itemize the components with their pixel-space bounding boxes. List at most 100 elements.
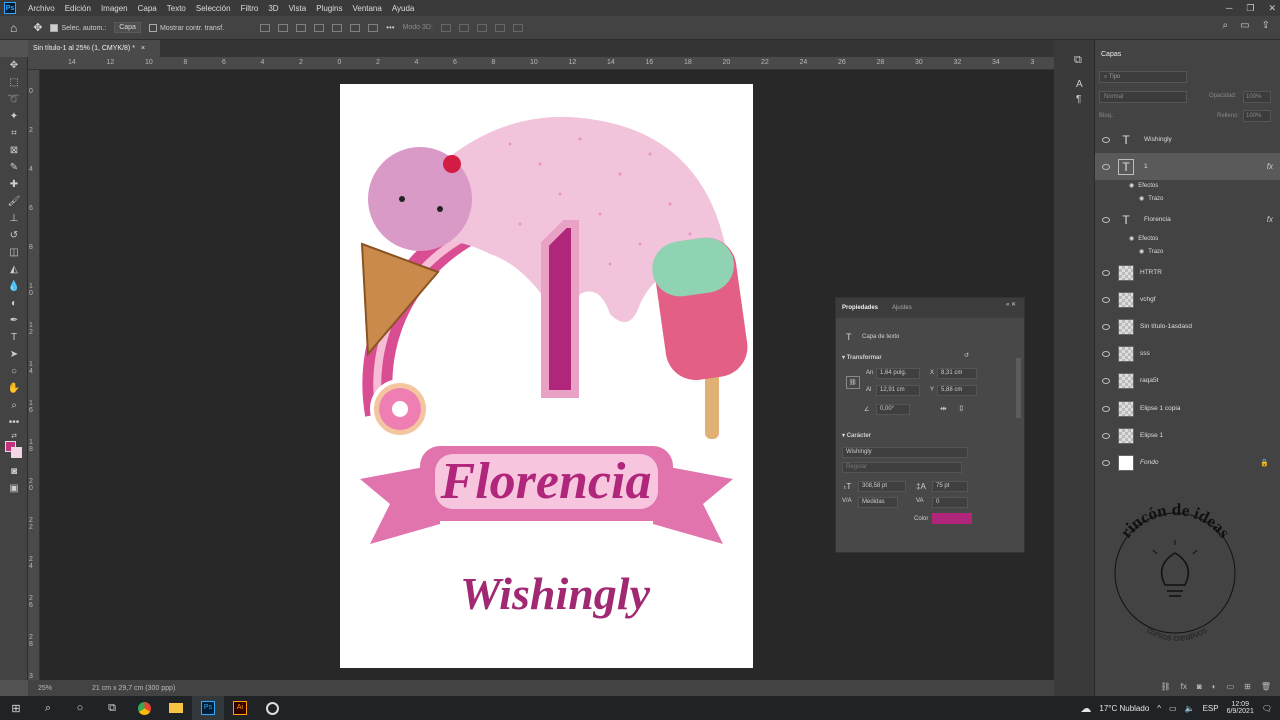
- network-icon[interactable]: ▭: [1169, 704, 1177, 713]
- document-tab[interactable]: Sin título-1 al 25% (1, CMYK/8) * ×: [28, 40, 160, 57]
- menu-3d[interactable]: 3D: [263, 4, 283, 13]
- opacity-field[interactable]: 100%: [1243, 91, 1271, 103]
- roll-3d-icon[interactable]: [458, 23, 469, 32]
- healing-brush-icon[interactable]: ✚: [0, 176, 28, 193]
- visibility-eye-icon[interactable]: [1102, 459, 1110, 466]
- crop-tool-icon[interactable]: ⌗: [0, 125, 28, 142]
- pan-3d-icon[interactable]: [476, 23, 487, 32]
- menu-plugins[interactable]: Plugins: [311, 4, 347, 13]
- search-icon[interactable]: ⌕: [1223, 20, 1229, 31]
- effects-eye-icon[interactable]: ◉: [1129, 182, 1134, 189]
- panel-close-icon[interactable]: « ✕: [1006, 301, 1016, 308]
- stroke-eye-icon[interactable]: ◉: [1139, 248, 1144, 255]
- new-group-icon[interactable]: ▭: [1227, 682, 1235, 691]
- edit-toolbar-icon[interactable]: •••: [0, 414, 28, 431]
- text-color-swatch[interactable]: [932, 513, 972, 524]
- stamp-tool-icon[interactable]: ⊥: [0, 210, 28, 227]
- path-selection-icon[interactable]: ➤: [0, 346, 28, 363]
- y-field[interactable]: 5,88 cm: [937, 385, 977, 396]
- layer-row-sss[interactable]: sss: [1095, 340, 1280, 367]
- history-brush-icon[interactable]: ↺: [0, 227, 28, 244]
- home-icon[interactable]: ⌂: [10, 21, 17, 35]
- clock[interactable]: 12:09 6/9/2021: [1227, 701, 1254, 715]
- tray-chevron-icon[interactable]: ^: [1157, 704, 1161, 713]
- history-panel-icon[interactable]: ⧉: [1074, 54, 1094, 67]
- task-view-icon[interactable]: ⧉: [96, 696, 128, 720]
- ellipse-tool-icon[interactable]: ○: [0, 363, 28, 380]
- visibility-eye-icon[interactable]: [1102, 269, 1110, 276]
- effects-row[interactable]: ◉ Efectos: [1129, 235, 1158, 243]
- auto-select-checkbox[interactable]: Selec. autom.:: [50, 23, 106, 32]
- magic-wand-icon[interactable]: ✦: [0, 108, 28, 125]
- layer-filter-field[interactable]: ⌕ Tipo: [1099, 71, 1187, 83]
- kerning-field[interactable]: Medidas: [858, 497, 898, 508]
- layer-row-florencia[interactable]: T Florencia fx: [1095, 206, 1280, 233]
- quick-mask-icon[interactable]: ◙: [0, 463, 28, 480]
- photoshop-taskbar-icon[interactable]: Ps: [192, 696, 224, 720]
- stroke-row[interactable]: ◉ Trazo: [1139, 248, 1163, 256]
- move-tool-icon[interactable]: ✥: [33, 21, 42, 34]
- marquee-tool-icon[interactable]: ⬚: [0, 74, 28, 91]
- align-middle-icon[interactable]: [332, 23, 343, 32]
- menu-archivo[interactable]: Archivo: [23, 4, 60, 13]
- visibility-eye-icon[interactable]: [1102, 432, 1110, 439]
- menu-edicion[interactable]: Edición: [60, 4, 96, 13]
- more-options-icon[interactable]: •••: [386, 23, 394, 32]
- menu-ayuda[interactable]: Ayuda: [387, 4, 420, 13]
- eraser-tool-icon[interactable]: ◫: [0, 244, 28, 261]
- font-style-select[interactable]: Regular: [842, 462, 962, 473]
- add-mask-icon[interactable]: ◙: [1197, 682, 1202, 691]
- height-field[interactable]: 12,91 cm: [876, 385, 920, 396]
- delete-layer-icon[interactable]: 🗑: [1261, 682, 1271, 691]
- stroke-eye-icon[interactable]: ◉: [1139, 195, 1144, 202]
- layers-panel-title[interactable]: Capas: [1101, 51, 1121, 58]
- layer-row-raqa5t[interactable]: raqa5t: [1095, 367, 1280, 394]
- add-style-icon[interactable]: fx: [1181, 682, 1187, 691]
- menu-vista[interactable]: Vista: [284, 4, 312, 13]
- tab-close-icon[interactable]: ×: [141, 45, 145, 52]
- blend-mode-select[interactable]: Normal: [1099, 91, 1187, 103]
- align-top-icon[interactable]: [314, 23, 325, 32]
- swap-colors-icon[interactable]: ⇄: [0, 431, 28, 441]
- flip-vertical-icon[interactable]: ⇳: [958, 404, 965, 413]
- illustrator-taskbar-icon[interactable]: Ai: [224, 696, 256, 720]
- zoom-tool-icon[interactable]: ⌕: [0, 397, 28, 414]
- align-left-icon[interactable]: [260, 23, 271, 32]
- hand-tool-icon[interactable]: ✋: [0, 380, 28, 397]
- windows-start-icon[interactable]: ⊞: [0, 696, 32, 720]
- slide-3d-icon[interactable]: [494, 23, 505, 32]
- chrome-icon[interactable]: [128, 696, 160, 720]
- video-3d-icon[interactable]: [512, 23, 523, 32]
- reset-transform-icon[interactable]: ↺: [964, 352, 969, 359]
- visibility-eye-icon[interactable]: [1102, 136, 1110, 143]
- lasso-tool-icon[interactable]: ➰: [0, 91, 28, 108]
- flip-horizontal-icon[interactable]: ⇹: [940, 404, 947, 413]
- layer-row-vchgf[interactable]: vchgf: [1095, 286, 1280, 313]
- menu-imagen[interactable]: Imagen: [96, 4, 133, 13]
- effects-eye-icon[interactable]: ◉: [1129, 235, 1134, 242]
- language-indicator[interactable]: ESP: [1203, 704, 1219, 713]
- visibility-eye-icon[interactable]: [1102, 405, 1110, 412]
- paragraph-panel-icon[interactable]: ¶: [1076, 94, 1094, 105]
- tab-ajustes[interactable]: Ajustes: [892, 305, 912, 311]
- new-layer-icon[interactable]: ⊞: [1244, 682, 1251, 691]
- menu-filtro[interactable]: Filtro: [236, 4, 264, 13]
- file-explorer-icon[interactable]: [160, 696, 192, 720]
- width-field[interactable]: 1,64 pulg.: [876, 368, 920, 379]
- visibility-eye-icon[interactable]: [1102, 163, 1110, 170]
- font-family-select[interactable]: Wishingly: [842, 447, 968, 458]
- show-transform-checkbox[interactable]: Mostrar contr. transf.: [148, 23, 224, 32]
- weather-text[interactable]: 17°C Nublado: [1099, 704, 1149, 713]
- fill-field[interactable]: 100%: [1243, 110, 1271, 122]
- visibility-eye-icon[interactable]: [1102, 323, 1110, 330]
- x-field[interactable]: 8,31 cm: [937, 368, 977, 379]
- angle-field[interactable]: 0,00°: [876, 404, 910, 415]
- screen-mode-icon[interactable]: ▣: [0, 480, 28, 497]
- menu-seleccion[interactable]: Selección: [191, 4, 236, 13]
- layer-row-wishingly[interactable]: T Wishingly: [1095, 126, 1280, 153]
- effects-row[interactable]: ◉ Efectos: [1129, 182, 1158, 190]
- character-panel-icon[interactable]: A: [1076, 79, 1094, 90]
- visibility-eye-icon[interactable]: [1102, 296, 1110, 303]
- fx-icon[interactable]: fx: [1267, 215, 1273, 224]
- maximize-icon[interactable]: ❐: [1246, 3, 1254, 14]
